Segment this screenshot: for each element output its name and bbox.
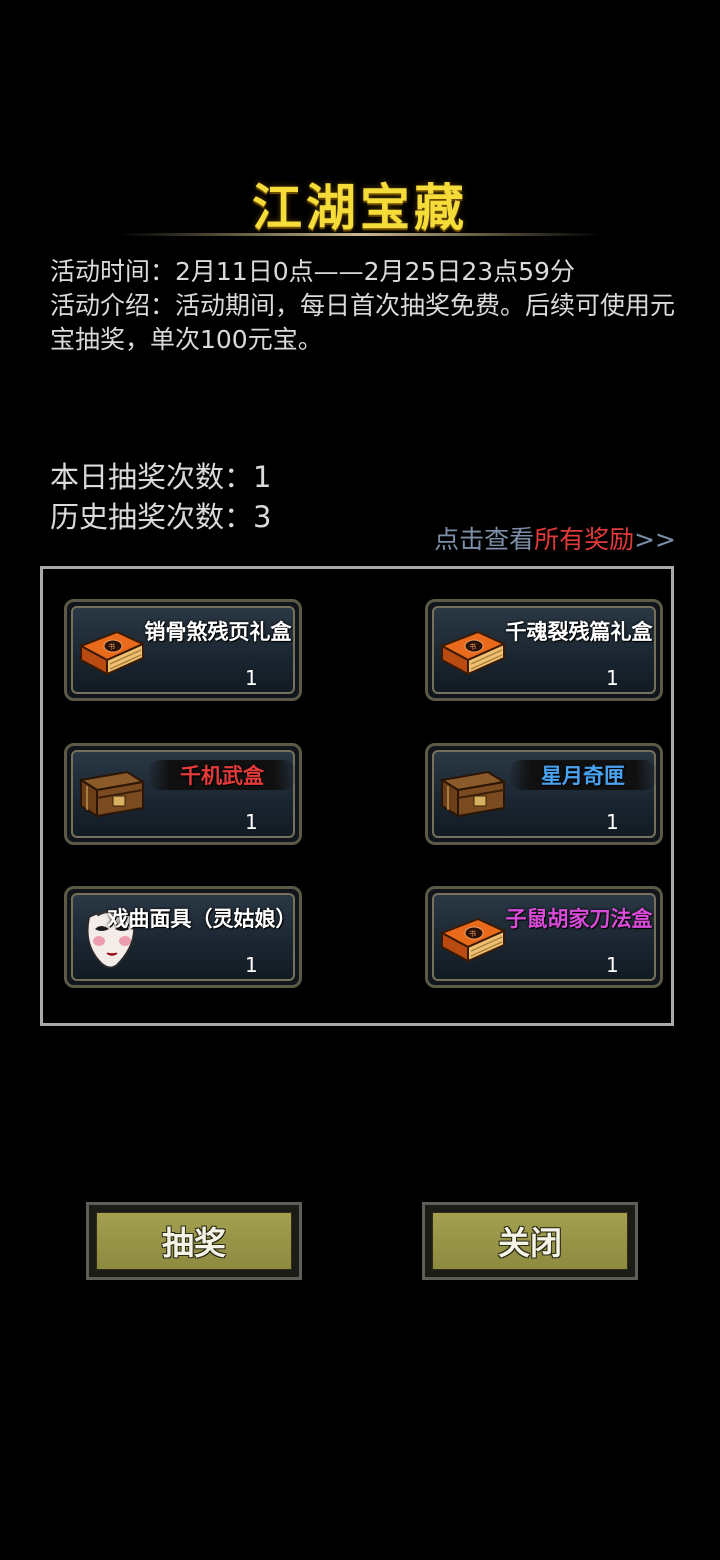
- event-time: 活动时间：2月11日0点——2月25日23点59分: [50, 257, 575, 286]
- reward-slot[interactable]: 销骨煞残页礼盒 1: [64, 599, 302, 701]
- close-button-label: 关闭: [432, 1212, 628, 1270]
- draw-button[interactable]: 抽奖: [86, 1202, 302, 1280]
- reward-quantity: 1: [245, 953, 258, 977]
- view-all-highlight: 所有奖励: [534, 525, 635, 554]
- reward-quantity: 1: [245, 666, 258, 690]
- view-all-rewards-link[interactable]: 点击查看所有奖励>>: [434, 520, 676, 556]
- wooden-chest-icon: [77, 764, 147, 824]
- reward-quantity: 1: [606, 666, 619, 690]
- draw-button-label: 抽奖: [96, 1212, 292, 1270]
- reward-slot[interactable]: 星月奇匣 1: [425, 743, 663, 845]
- reward-slot[interactable]: 子鼠胡家刀法盒 1: [425, 886, 663, 988]
- page-title: 江湖宝藏: [252, 178, 468, 237]
- event-description: 活动介绍：活动期间，每日首次抽奖免费。后续可使用元宝抽奖，单次100元宝。: [50, 291, 676, 354]
- reward-quantity: 1: [245, 810, 258, 834]
- reward-quantity: 1: [606, 810, 619, 834]
- reward-name: 千魂裂残篇礼盒: [505, 619, 653, 644]
- close-button[interactable]: 关闭: [422, 1202, 638, 1280]
- reward-slot[interactable]: 千机武盒 1: [64, 743, 302, 845]
- reward-name: 千机武盒: [147, 760, 297, 790]
- title-divider: [120, 233, 600, 236]
- reward-slot[interactable]: 千魂裂残篇礼盒 1: [425, 599, 663, 701]
- reward-name: 星月奇匣: [508, 760, 658, 790]
- reward-name: 销骨煞残页礼盒: [144, 619, 292, 644]
- view-all-arrows: >>: [634, 525, 676, 554]
- rewards-panel: 销骨煞残页礼盒 1 千魂裂残篇礼盒 1 千机武盒 1 星月奇匣 1 戏曲面具（灵…: [40, 566, 674, 1026]
- reward-slot[interactable]: 戏曲面具（灵姑娘） 1: [64, 886, 302, 988]
- today-draw-count: 本日抽奖次数：1: [50, 460, 272, 494]
- view-all-prefix: 点击查看: [434, 525, 535, 554]
- reward-quantity: 1: [606, 953, 619, 977]
- reward-name: 戏曲面具（灵姑娘）: [107, 906, 297, 931]
- history-draw-count: 历史抽奖次数：3: [50, 500, 272, 534]
- wooden-chest-icon: [438, 764, 508, 824]
- reward-name: 子鼠胡家刀法盒: [505, 906, 653, 931]
